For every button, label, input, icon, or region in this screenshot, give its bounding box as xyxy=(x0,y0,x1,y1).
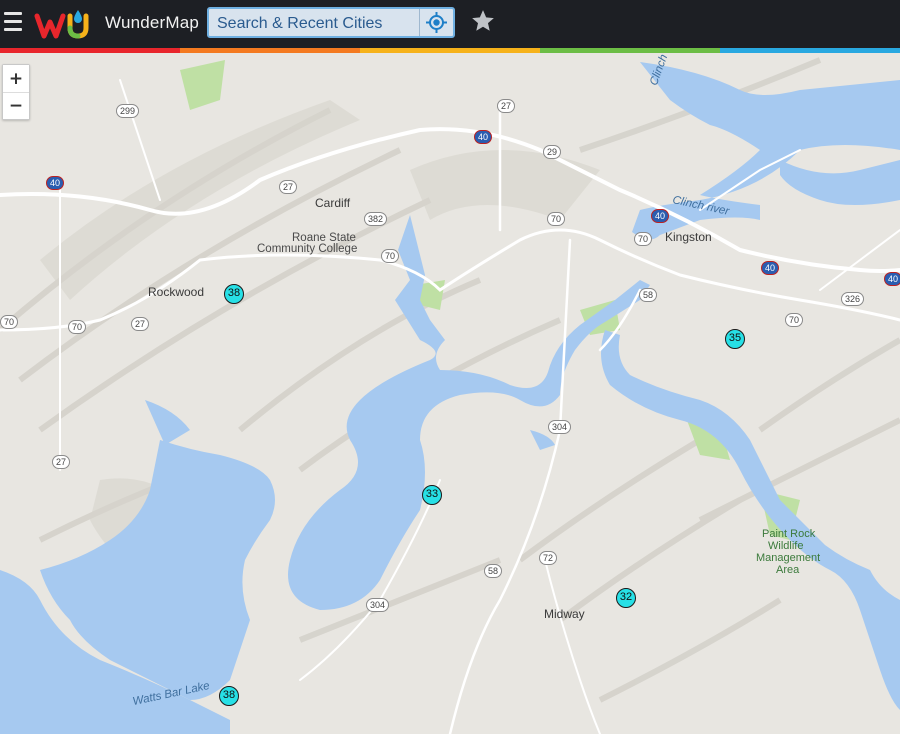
search-input[interactable] xyxy=(215,13,419,35)
route-shield: 70 xyxy=(381,249,400,263)
route-shield: 70 xyxy=(68,320,87,334)
route-shield: 40 xyxy=(761,261,780,275)
locate-me-button[interactable] xyxy=(419,9,453,36)
zoom-out-button[interactable]: − xyxy=(3,92,29,119)
crosshair-icon xyxy=(426,12,447,33)
route-shield: 382 xyxy=(364,212,388,226)
weather-station-marker[interactable]: 33 xyxy=(422,485,442,505)
route-shield: 27 xyxy=(497,99,516,113)
route-shield: 40 xyxy=(474,130,493,144)
park-label: Area xyxy=(776,564,800,576)
park-label: Paint Rock xyxy=(762,528,816,540)
zoom-in-button[interactable]: + xyxy=(3,65,29,92)
weather-station-marker[interactable]: 35 xyxy=(725,329,745,349)
route-shield: 326 xyxy=(841,292,865,306)
place-label: Cardiff xyxy=(315,196,351,210)
favorite-star-icon[interactable] xyxy=(470,8,496,34)
wunderground-logo[interactable] xyxy=(34,6,96,42)
park-label: Wildlife xyxy=(768,540,804,552)
weather-station-marker[interactable]: 38 xyxy=(224,284,244,304)
route-shield: 58 xyxy=(484,564,503,578)
route-shield: 29 xyxy=(543,145,562,159)
route-shield: 58 xyxy=(639,288,658,302)
route-shield: 70 xyxy=(785,313,804,327)
place-label: Community College xyxy=(257,243,358,255)
route-shield: 70 xyxy=(634,232,653,246)
terrain-base xyxy=(0,53,900,734)
route-shield: 70 xyxy=(547,212,566,226)
park-label: Management xyxy=(756,552,821,564)
place-label: Midway xyxy=(544,607,585,621)
route-shield: 27 xyxy=(279,180,298,194)
weather-station-marker[interactable]: 38 xyxy=(219,686,239,706)
search-box[interactable] xyxy=(207,7,455,38)
route-shield: 40 xyxy=(651,209,670,223)
route-shield: 40 xyxy=(884,272,900,286)
place-label: Kingston xyxy=(665,230,712,244)
top-bar: WunderMap xyxy=(0,0,900,48)
route-shield: 27 xyxy=(52,455,71,469)
hamburger-menu-icon[interactable] xyxy=(4,12,22,34)
route-shield: 70 xyxy=(0,315,19,329)
weather-station-marker[interactable]: 32 xyxy=(616,588,636,608)
route-shield: 40 xyxy=(46,176,65,190)
route-shield: 72 xyxy=(539,551,558,565)
route-shield: 299 xyxy=(116,104,140,118)
route-shield: 27 xyxy=(131,317,150,331)
route-shield: 304 xyxy=(366,598,390,612)
place-label: Rockwood xyxy=(148,285,205,299)
zoom-control: + − xyxy=(2,64,30,120)
route-shield: 304 xyxy=(548,420,572,434)
map-canvas[interactable]: + − Cardiff Roane State Community Colleg… xyxy=(0,53,900,734)
brand-title: WunderMap xyxy=(105,13,200,32)
